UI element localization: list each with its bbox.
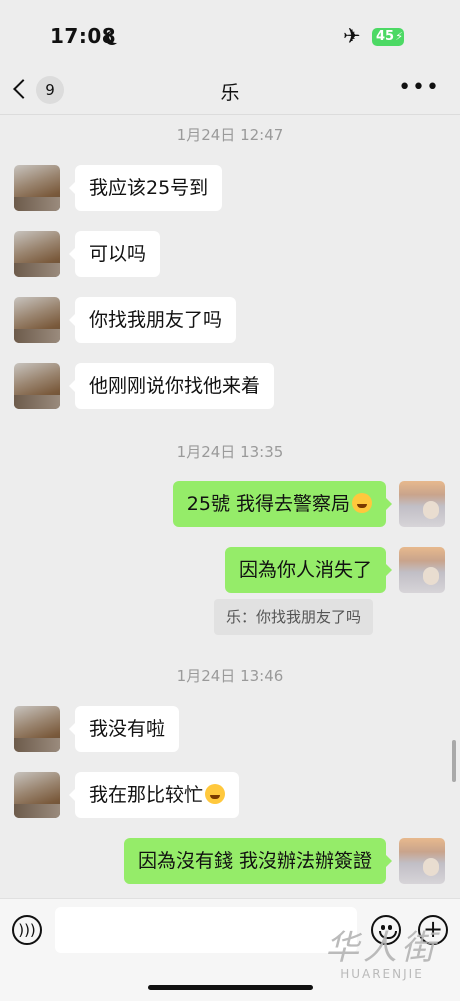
incoming-message-bubble[interactable]: 他刚刚说你找他来着	[68, 363, 275, 409]
my-avatar[interactable]	[399, 547, 445, 593]
my-avatar[interactable]	[399, 481, 445, 527]
incoming-message-bubble[interactable]: 我应该25号到	[68, 165, 223, 211]
chat-title: 乐	[220, 82, 240, 104]
timestamp-separator: 1月24日 13:35	[176, 443, 284, 461]
quoted-message[interactable]: 乐：你找我朋友了吗	[214, 599, 374, 635]
timestamp-separator: 1月24日 13:46	[176, 667, 284, 685]
airplane-mode-icon: ✈	[343, 24, 361, 48]
watermark-subtext: HUARENJIE	[340, 967, 424, 981]
home-indicator[interactable]	[148, 985, 313, 990]
contact-avatar[interactable]	[14, 297, 60, 343]
more-options-icon[interactable]: •••	[398, 77, 440, 99]
contact-avatar[interactable]	[14, 772, 60, 818]
chat-header: 9 乐 •••	[0, 70, 460, 115]
contact-avatar[interactable]	[14, 706, 60, 752]
watermark-text: 华人街	[325, 928, 439, 968]
laughing-crying-emoji-icon	[205, 784, 226, 804]
contact-avatar[interactable]	[14, 363, 60, 409]
incoming-message-bubble[interactable]: 我在那比较忙	[68, 772, 240, 818]
contact-avatar[interactable]	[14, 231, 60, 277]
voice-input-icon[interactable]: )))	[12, 915, 42, 945]
incoming-message-bubble[interactable]: 我没有啦	[68, 706, 180, 752]
incoming-message-bubble[interactable]: 你找我朋友了吗	[68, 297, 237, 343]
status-time: 17:08	[50, 24, 117, 48]
my-avatar[interactable]	[399, 838, 445, 884]
message-text: 25號 我得去警察局	[186, 493, 350, 515]
scrollbar[interactable]	[452, 740, 456, 782]
outgoing-message-bubble[interactable]: 因為你人消失了	[224, 547, 393, 593]
contact-avatar[interactable]	[14, 165, 60, 211]
status-bar: 17:08 ✈ 45	[0, 0, 460, 70]
outgoing-message-bubble[interactable]: 因為沒有錢 我沒辦法辦簽證	[123, 838, 393, 884]
outgoing-message-bubble[interactable]: 25號 我得去警察局	[172, 481, 393, 527]
watermark-logo: 华人街 HUARENJIE	[312, 920, 452, 981]
timestamp-separator: 1月24日 12:47	[176, 126, 284, 144]
battery-indicator: 45	[372, 28, 404, 46]
message-text: 我在那比较忙	[89, 784, 204, 806]
moon-icon	[109, 29, 123, 43]
incoming-message-bubble[interactable]: 可以吗	[68, 231, 161, 277]
laughing-crying-emoji-icon	[352, 493, 372, 513]
